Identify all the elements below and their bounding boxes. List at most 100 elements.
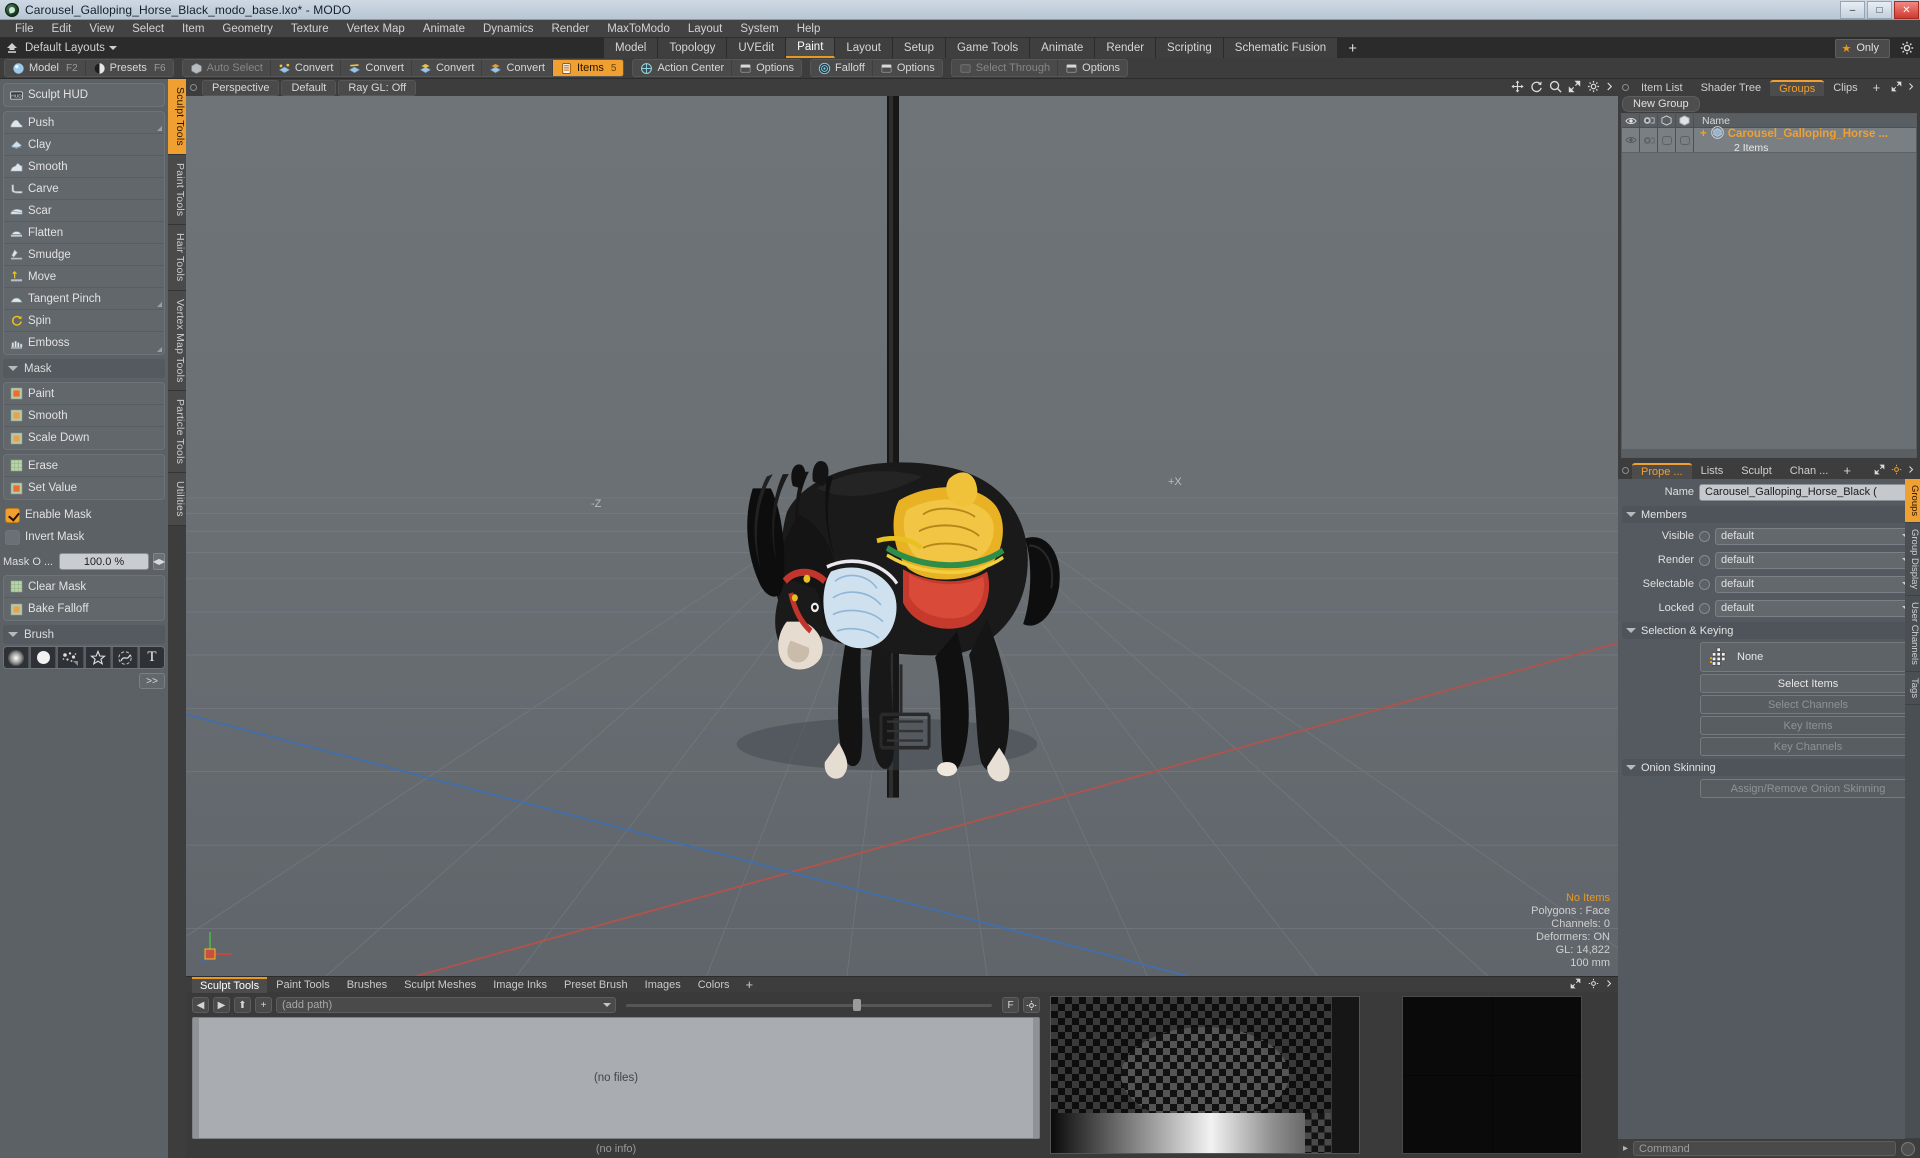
toolbar-button-convert[interactable]: Convert [412,60,483,76]
right-expand-icon[interactable] [1891,81,1902,95]
chevron-down-icon[interactable] [108,46,117,50]
zoom-icon[interactable] [1549,80,1562,96]
toolbar-button-model[interactable]: Model F2 [5,60,86,76]
properties-tab-sculpt[interactable]: Sculpt [1732,464,1781,478]
selection-button-select-channels[interactable]: Select Channels [1700,695,1916,714]
sculpt-tool-scar[interactable]: Scar [4,200,164,222]
right-tab-clips[interactable]: Clips [1824,81,1866,95]
bottom-tab-image-inks[interactable]: Image Inks [485,978,555,992]
right-vtab-groups[interactable]: Groups [1905,479,1920,524]
3d-viewport[interactable]: -Z +X No Items Polygons : Face Channels:… [186,96,1618,976]
layout-tab-paint[interactable]: Paint [786,38,836,58]
menu-item-vertex-map[interactable]: Vertex Map [338,20,414,38]
selection-set-dropdown[interactable]: None [1700,642,1916,672]
properties-gear-icon[interactable] [1891,464,1902,478]
row-render-toggle[interactable] [1640,128,1658,152]
mask-opacity-input[interactable]: 100.0 % [59,553,149,570]
mask-opacity-stepper[interactable]: ◀▶ [153,553,165,570]
rotate-icon[interactable] [1530,80,1543,96]
right-vtab-user-channels[interactable]: User Channels [1905,596,1920,673]
toolbar-button-items[interactable]: Items 5 [553,60,624,76]
row-shaded-toggle[interactable] [1676,128,1694,152]
bottom-tab-sculpt-tools[interactable]: Sculpt Tools [192,976,268,993]
layout-tab-setup[interactable]: Setup [892,38,946,58]
menu-item-layout[interactable]: Layout [679,20,732,38]
more-brushes-button[interactable]: >> [139,673,165,689]
sculpt-tool-carve[interactable]: Carve [4,178,164,200]
layout-tab-game-tools[interactable]: Game Tools [945,38,1031,58]
sculpt-tool-push[interactable]: Push [4,112,164,134]
toolbar-button-presets[interactable]: Presets F6 [86,60,173,76]
bottom-tab-images[interactable]: Images [637,978,689,992]
member-select-selectable[interactable]: default [1715,575,1916,593]
image-ink-preview[interactable] [1402,996,1582,1154]
sculpt-tool-tangent-pinch[interactable]: Tangent Pinch [4,288,164,310]
member-radio-render[interactable] [1699,554,1710,566]
menu-item-texture[interactable]: Texture [282,20,338,38]
menu-item-item[interactable]: Item [173,20,213,38]
mask-action-bake-falloff[interactable]: Bake Falloff [4,598,164,620]
tool-popover-corner-icon[interactable] [157,126,162,131]
layout-tab-topology[interactable]: Topology [658,38,728,58]
member-radio-selectable[interactable] [1699,578,1710,590]
tool-popover-corner-icon[interactable] [157,347,162,352]
layout-tab-render[interactable]: Render [1095,38,1157,58]
assign-onion-skinning-button[interactable]: Assign/Remove Onion Skinning [1700,779,1916,798]
layout-tab-model[interactable]: Model [604,38,659,58]
menu-item-dynamics[interactable]: Dynamics [474,20,542,38]
slider-knob[interactable] [852,999,861,1011]
brush-gradient-strip[interactable] [1051,1113,1359,1153]
viewport-tab-default[interactable]: Default [281,79,337,96]
minimize-button[interactable]: – [1840,1,1865,19]
mask-tool-paint[interactable]: Paint [4,383,164,405]
selection-button-key-items[interactable]: Key Items [1700,716,1916,735]
member-select-visible[interactable]: default [1715,527,1916,545]
toolbar-button-convert[interactable]: Convert [341,60,412,76]
toolbar-button-options[interactable]: Options [732,60,801,76]
layout-tab-uvedit[interactable]: UVEdit [727,38,787,58]
sculpt-tool-smudge[interactable]: Smudge [4,244,164,266]
soft-round-icon[interactable] [4,647,30,668]
sculpt-tool-clay[interactable]: Clay [4,134,164,156]
layout-selector[interactable]: Default Layouts [0,41,117,55]
members-section-header[interactable]: Members [1622,506,1916,523]
viewport-gear-icon[interactable] [1587,80,1600,96]
list-right-gutter[interactable] [1033,1018,1039,1138]
nav-back-button[interactable]: ◀ [192,997,209,1013]
invert-mask-row[interactable]: Invert Mask [3,526,165,548]
right-options-icon[interactable] [1908,81,1914,95]
left-vtab-paint-tools[interactable]: Paint Tools [168,154,186,226]
procedural-icon[interactable] [112,647,138,668]
table-row[interactable]: + Carousel_Galloping_Horse ... 2 Items [1622,126,1916,154]
bottom-tab-paint-tools[interactable]: Paint Tools [268,978,338,992]
properties-options-icon[interactable] [1908,464,1914,478]
layout-tab-scripting[interactable]: Scripting [1156,38,1224,58]
mask-section-header[interactable]: Mask [3,359,165,378]
toolbar-button-convert[interactable]: Convert [482,60,553,76]
new-group-button[interactable]: New Group [1622,95,1700,112]
preset-gear-icon[interactable] [1023,997,1040,1013]
layout-tab-animate[interactable]: Animate [1030,38,1096,58]
mask-tool-set-value[interactable]: Set Value [4,477,164,499]
hard-round-icon[interactable] [31,647,57,668]
left-vtab-vertex-map-tools[interactable]: Vertex Map Tools [168,290,186,392]
fit-icon[interactable] [1568,80,1581,96]
selection-button-select-items[interactable]: Select Items [1700,674,1916,693]
groups-tree-hscroll[interactable] [1622,449,1916,457]
sculpt-tool-move[interactable]: Move [4,266,164,288]
toolbar-button-options[interactable]: Options [1058,60,1127,76]
selection-button-key-channels[interactable]: Key Channels [1700,737,1916,756]
enable-mask-checkbox[interactable] [5,507,20,523]
bottom-options-icon[interactable] [1606,978,1612,992]
bottom-tab-colors[interactable]: Colors [690,978,738,992]
left-vtab-particle-tools[interactable]: Particle Tools [168,391,186,474]
row-wireframe-toggle[interactable] [1658,128,1676,152]
properties-expand-icon[interactable] [1874,464,1885,478]
menu-item-edit[interactable]: Edit [43,20,81,38]
properties-tab-prope-[interactable]: Prope ... [1632,462,1692,479]
left-vtab-utilities[interactable]: Utilities [168,473,186,526]
add-layout-tab-button[interactable]: + [1338,38,1367,58]
invert-mask-checkbox[interactable] [5,529,20,545]
pan-icon[interactable] [1511,79,1524,96]
row-eye-toggle[interactable] [1622,128,1640,152]
